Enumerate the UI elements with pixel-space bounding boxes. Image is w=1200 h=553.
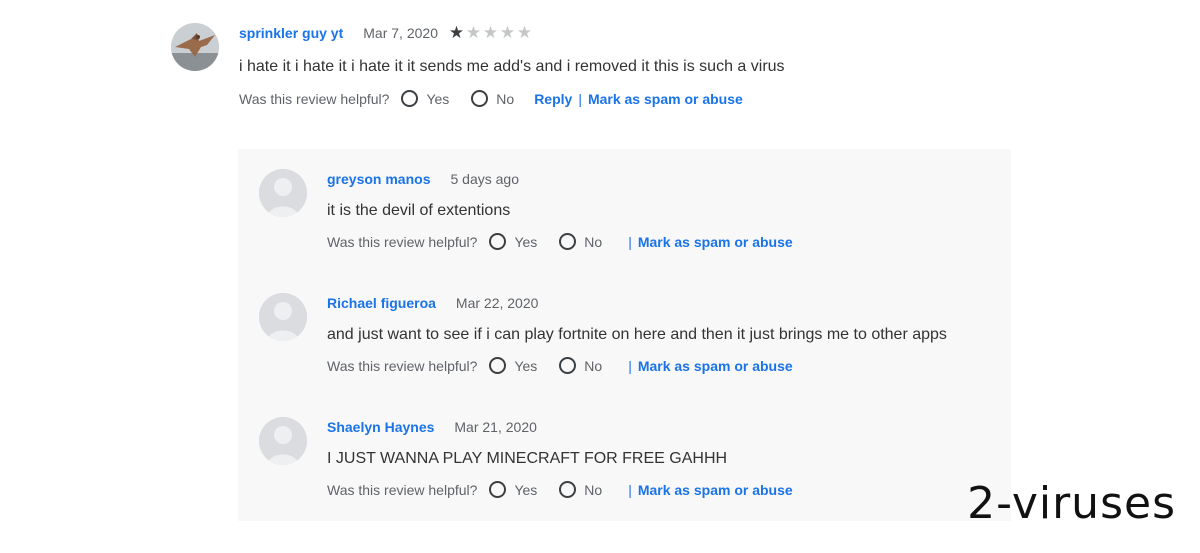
mark-spam-link[interactable]: Mark as spam or abuse (638, 482, 793, 498)
helpful-no-option[interactable]: No (559, 357, 602, 374)
separator: | (628, 481, 632, 498)
reply-link[interactable]: Reply (534, 91, 572, 107)
watermark-logo: 2-viruses (967, 478, 1176, 529)
star-icon: ★ (499, 23, 516, 42)
replies-panel: greyson manos 5 days ago it is the devil… (238, 149, 1011, 521)
reply-item: Shaelyn Haynes Mar 21, 2020 I JUST WANNA… (238, 417, 1011, 541)
review-author[interactable]: sprinkler guy yt (239, 25, 343, 41)
radio-button-icon[interactable] (489, 233, 507, 250)
reply-author[interactable]: Shaelyn Haynes (327, 419, 434, 435)
review-meta: sprinkler guy yt Mar 7, 2020 ★ ★ ★ ★ ★ (239, 24, 533, 41)
no-label: No (584, 481, 603, 498)
mark-spam-link[interactable]: Mark as spam or abuse (638, 234, 793, 250)
radio-button-icon[interactable] (401, 90, 419, 107)
avatar[interactable] (259, 417, 307, 465)
avatar[interactable] (259, 169, 307, 217)
separator: | (628, 357, 632, 374)
helpful-no-option[interactable]: No (559, 481, 602, 498)
mark-spam-link[interactable]: Mark as spam or abuse (638, 358, 793, 374)
helpful-prompt: Was this review helpful? (327, 233, 478, 250)
star-icon: ★ (482, 23, 499, 42)
reply-item: Richael figueroa Mar 22, 2020 and just w… (238, 293, 1011, 417)
star-icon: ★ (448, 23, 465, 42)
star-icon: ★ (465, 23, 482, 42)
helpful-prompt: Was this review helpful? (239, 90, 390, 107)
reply-text: I JUST WANNA PLAY MINECRAFT FOR FREE GAH… (327, 450, 728, 467)
reply-item: greyson manos 5 days ago it is the devil… (238, 169, 1011, 293)
yes-label: Yes (514, 481, 538, 498)
helpful-prompt: Was this review helpful? (327, 357, 478, 374)
review-date: Mar 7, 2020 (363, 24, 438, 41)
separator: | (628, 233, 632, 250)
reply-meta: greyson manos 5 days ago (327, 171, 519, 187)
helpful-yes-option[interactable]: Yes (489, 233, 537, 250)
no-label: No (584, 357, 603, 374)
helpful-row: Was this review helpful? Yes No Reply | … (239, 90, 743, 107)
helpful-yes-option[interactable]: Yes (489, 481, 537, 498)
yes-label: Yes (514, 233, 538, 250)
review-text: i hate it i hate it i hate it it sends m… (239, 58, 785, 75)
radio-button-icon[interactable] (559, 233, 577, 250)
radio-button-icon[interactable] (559, 481, 577, 498)
star-icon: ★ (516, 23, 533, 42)
reply-date: Mar 21, 2020 (454, 419, 537, 435)
radio-button-icon[interactable] (489, 481, 507, 498)
helpful-row: Was this review helpful? Yes No | Mark a… (327, 481, 793, 498)
helpful-row: Was this review helpful? Yes No | Mark a… (327, 233, 793, 250)
helpful-no-option[interactable]: No (471, 90, 514, 107)
avatar[interactable] (171, 23, 219, 71)
radio-button-icon[interactable] (471, 90, 489, 107)
helpful-yes-option[interactable]: Yes (489, 357, 537, 374)
reply-meta: Richael figueroa Mar 22, 2020 (327, 295, 538, 311)
helpful-prompt: Was this review helpful? (327, 481, 478, 498)
mark-spam-link[interactable]: Mark as spam or abuse (588, 91, 743, 107)
helpful-yes-option[interactable]: Yes (401, 90, 449, 107)
reply-date: 5 days ago (450, 171, 519, 187)
helpful-no-option[interactable]: No (559, 233, 602, 250)
default-person-icon (259, 293, 307, 341)
avatar[interactable] (259, 293, 307, 341)
reply-text: and just want to see if i can play fortn… (327, 326, 947, 343)
radio-button-icon[interactable] (489, 357, 507, 374)
no-label: No (496, 90, 515, 107)
star-rating: ★ ★ ★ ★ ★ (448, 24, 533, 41)
reply-text: it is the devil of extentions (327, 202, 511, 219)
radio-button-icon[interactable] (559, 357, 577, 374)
reply-author[interactable]: greyson manos (327, 171, 430, 187)
default-person-icon (259, 417, 307, 465)
helpful-row: Was this review helpful? Yes No | Mark a… (327, 357, 793, 374)
reply-author[interactable]: Richael figueroa (327, 295, 436, 311)
no-label: No (584, 233, 603, 250)
separator: | (578, 90, 582, 107)
yes-label: Yes (514, 357, 538, 374)
reply-meta: Shaelyn Haynes Mar 21, 2020 (327, 419, 537, 435)
yes-label: Yes (426, 90, 450, 107)
avatar-photo-icon (171, 23, 219, 71)
reply-date: Mar 22, 2020 (455, 295, 539, 311)
default-person-icon (259, 169, 307, 217)
